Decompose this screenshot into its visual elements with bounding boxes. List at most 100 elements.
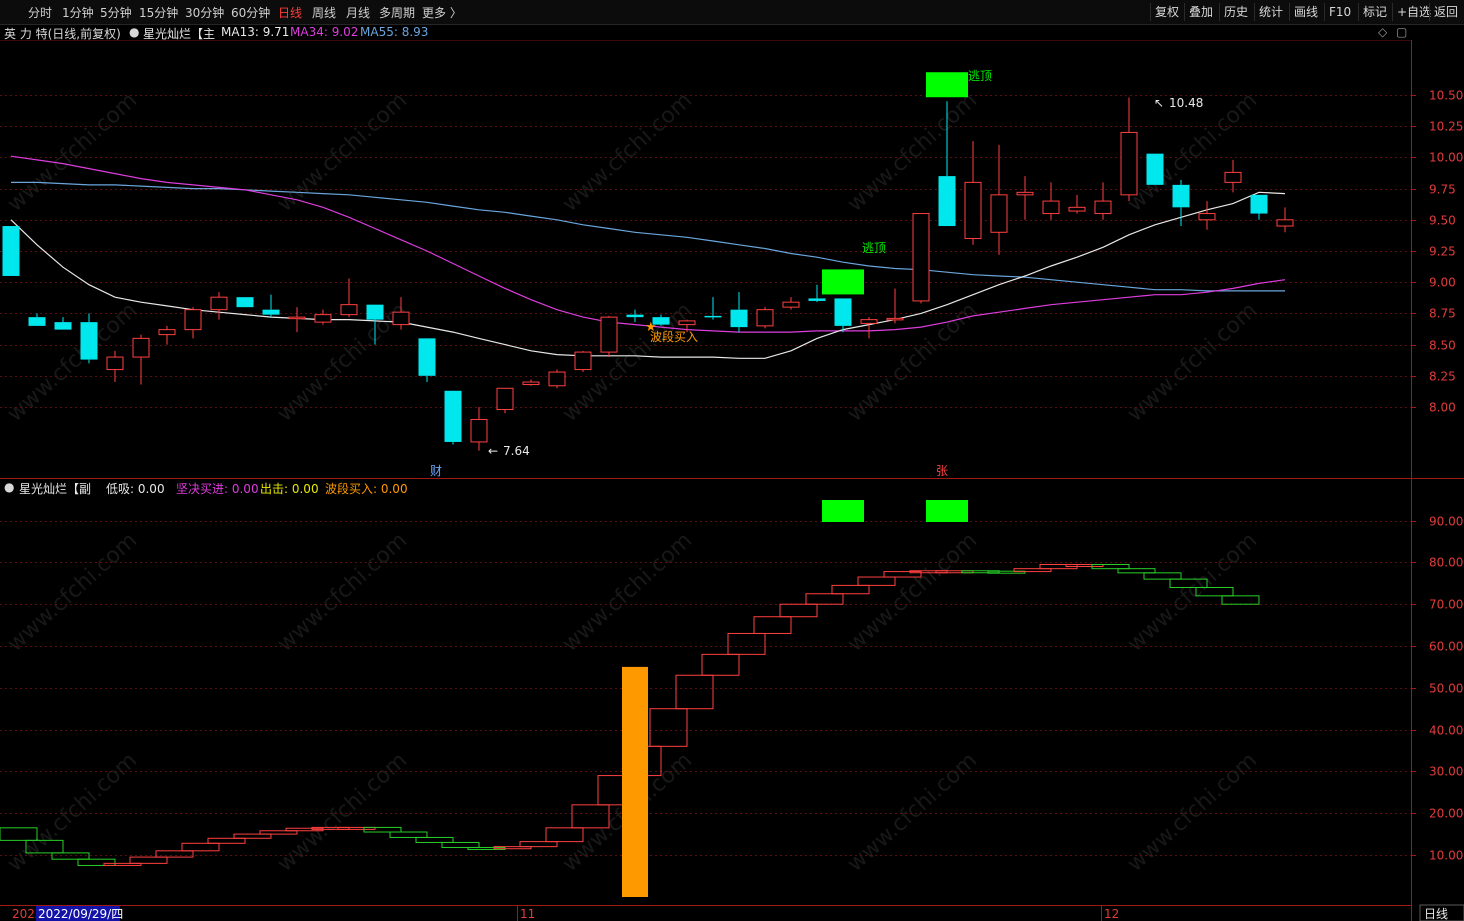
indicator-axis: 10.00 20.00 30.00 40.00 50.00 60.00 70.00 80.00…	[1411, 515, 1463, 863]
candles	[2, 97, 1294, 451]
low-arrow-icon: ←	[488, 444, 498, 458]
indicator-step	[207, 837, 246, 844]
candle-body	[782, 301, 800, 308]
indicator-step	[675, 674, 714, 710]
candle-body	[1198, 213, 1216, 221]
candle-body	[80, 322, 98, 360]
candle-body	[418, 338, 436, 376]
indicator-step	[77, 858, 116, 866]
indicator-tick-label: 60.00	[1429, 640, 1463, 654]
main-gridlines	[0, 95, 1411, 408]
price-axis: 8.00 8.25 8.50 8.75 9.00 9.25 9.50 9.75 10.00 10.…	[1411, 89, 1463, 415]
candle-body	[704, 315, 722, 318]
escape-top-marker	[822, 269, 864, 295]
price-tick-label: 8.75	[1429, 307, 1456, 321]
date-cursor-label: 2022/09/29/四	[38, 907, 123, 921]
candle-body	[1276, 219, 1294, 227]
indicator-tick-label: 40.00	[1429, 724, 1463, 738]
candle-body	[860, 319, 878, 324]
indicator-step	[415, 836, 454, 843]
candle-body	[834, 298, 852, 326]
candle-body	[886, 317, 904, 321]
indicator-step	[233, 833, 272, 839]
orange-signal	[622, 666, 648, 897]
candle-body	[236, 297, 254, 308]
price-tick-label: 10.00	[1429, 151, 1463, 165]
indicator-step	[0, 827, 38, 841]
price-tick-label: 9.25	[1429, 245, 1456, 259]
candle-body	[366, 304, 384, 320]
indicator-step	[389, 831, 428, 838]
escape-top-label: 逃顶	[862, 241, 886, 255]
month-label-dec: 12	[1104, 907, 1119, 921]
indicator-step	[779, 603, 818, 618]
candle-body	[522, 381, 540, 386]
candle-body	[210, 296, 228, 311]
high-arrow-icon: ↖	[1154, 96, 1164, 110]
candle-body	[314, 314, 332, 323]
candle-body	[964, 181, 982, 240]
indicator-tick-label: 50.00	[1429, 682, 1463, 696]
price-tick-label: 9.00	[1429, 276, 1456, 290]
event-marker-zhang[interactable]: 张	[936, 464, 948, 478]
candle-body	[600, 316, 618, 353]
indicator-tick-label: 70.00	[1429, 598, 1463, 612]
indicator-step	[753, 616, 792, 634]
indicator-step	[25, 839, 64, 854]
indicator-step	[727, 632, 766, 655]
candle-body	[1042, 200, 1060, 215]
candle-body	[730, 309, 748, 328]
candle-body	[1250, 194, 1268, 214]
indicator-step	[259, 830, 298, 835]
low-price-label: 7.64	[503, 444, 530, 458]
candle-body	[1068, 206, 1086, 212]
ma55-line	[11, 181, 1285, 292]
indicator-signal-marker	[822, 500, 864, 522]
month-label-nov: 11	[520, 907, 535, 921]
candle-body	[158, 329, 176, 336]
indicator-step	[857, 576, 896, 586]
candle-body	[54, 322, 72, 330]
indicator-step	[441, 841, 480, 848]
indicator-step	[571, 804, 610, 829]
indicator-step	[181, 842, 220, 852]
event-marker-cai[interactable]: 财	[430, 464, 442, 478]
candle-body	[184, 309, 202, 331]
candle-body	[756, 309, 774, 327]
candle-body	[1146, 153, 1164, 185]
indicator-step	[805, 593, 844, 605]
indicator-step	[129, 856, 168, 864]
candle-body	[392, 311, 410, 326]
candle-body	[28, 317, 46, 326]
candle-body	[470, 418, 488, 443]
price-tick-label: 9.50	[1429, 214, 1456, 228]
high-price-label: 10.48	[1169, 96, 1203, 110]
candle-body	[262, 309, 280, 315]
price-tick-label: 9.75	[1429, 183, 1456, 197]
indicator-tick-label: 30.00	[1429, 765, 1463, 779]
candle-body	[288, 316, 306, 320]
wave-buy-label: 波段买入	[650, 329, 698, 344]
indicator-tick-label: 90.00	[1429, 515, 1463, 529]
candle-body	[990, 194, 1008, 233]
candle-body	[1172, 184, 1190, 208]
indicator-step	[545, 827, 584, 843]
price-tick-label: 10.50	[1429, 89, 1463, 103]
indicator-step	[1195, 586, 1234, 597]
stock-chart[interactable]: 8.008.258.508.759.009.259.509.7510.0010.…	[0, 0, 1464, 921]
price-tick-label: 10.25	[1429, 120, 1463, 134]
indicator-step	[1221, 595, 1260, 605]
candle-body	[626, 314, 644, 318]
candle-body	[548, 371, 566, 387]
escape-top-label: 逃顶	[968, 69, 992, 83]
candle-body	[496, 387, 514, 410]
candle-body	[938, 176, 956, 227]
indicator-step	[519, 841, 558, 848]
candle-body	[808, 298, 826, 301]
price-tick-label: 8.50	[1429, 339, 1456, 353]
price-tick-label: 8.00	[1429, 401, 1456, 415]
candle-body	[1120, 131, 1138, 196]
indicator-step	[1143, 572, 1182, 580]
candle-body	[1224, 171, 1242, 183]
orange-signal-bar	[622, 666, 648, 897]
